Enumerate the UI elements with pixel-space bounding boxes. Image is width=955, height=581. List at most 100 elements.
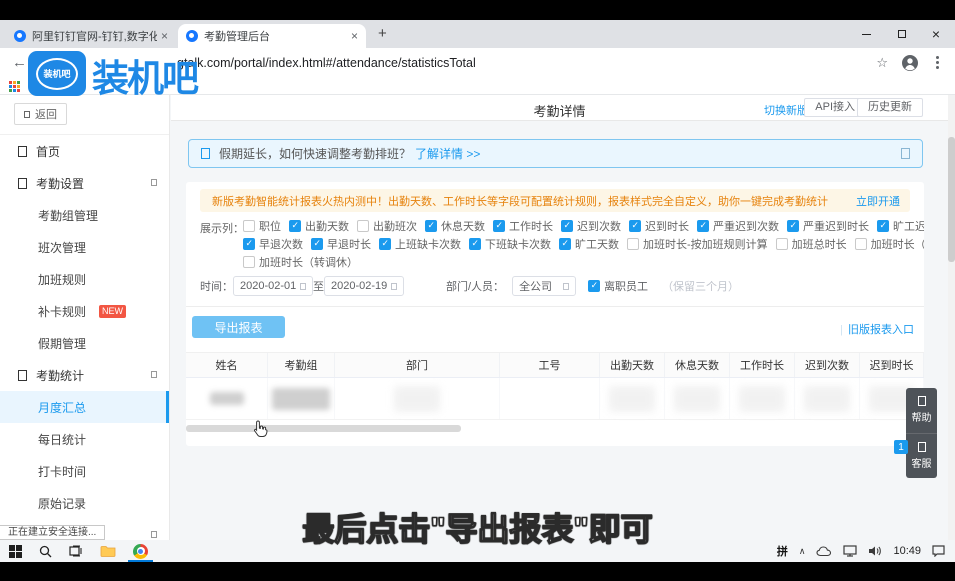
column-checkbox[interactable]: 严重迟到次数 — [697, 218, 779, 234]
sidebar-item-attendance-group[interactable]: 考勤组管理 — [0, 199, 169, 231]
collapse-icon[interactable] — [151, 179, 157, 186]
horizontal-scrollbar[interactable] — [186, 425, 461, 432]
tab-close-icon[interactable]: × — [351, 29, 358, 43]
megaphone-icon — [201, 148, 210, 159]
tab-close-icon[interactable]: × — [161, 29, 168, 43]
column-checkbox[interactable]: 早退时长 — [311, 236, 371, 252]
promo-open-link[interactable]: 立即开通 — [856, 193, 900, 209]
checkbox-icon — [311, 238, 323, 250]
column-checkbox[interactable]: 下班缺卡次数 — [469, 236, 551, 252]
table-header-cell: 迟到次数 — [795, 353, 860, 377]
column-checkbox[interactable]: 加班总时长 — [776, 236, 847, 252]
bookmark-grid-icon[interactable] — [9, 81, 20, 92]
checkbox-label: 早退次数 — [259, 236, 303, 252]
browser-menu-icon[interactable] — [936, 61, 939, 64]
profile-avatar[interactable] — [901, 54, 919, 77]
old-report-entry-link[interactable]: |旧版报表入口 — [840, 321, 914, 337]
page-title: 考勤详情 — [533, 101, 585, 120]
column-checkbox[interactable]: 旷工天数 — [559, 236, 619, 252]
back-icon — [24, 111, 30, 118]
column-checkbox[interactable]: 严重迟到时长 — [787, 218, 869, 234]
window-restore-button[interactable] — [885, 20, 919, 48]
resigned-hint: （保留三个月） — [662, 278, 739, 294]
sidebar-item-monthly-summary[interactable]: 月度汇总 — [0, 391, 169, 423]
sidebar-item-attendance-stats[interactable]: 考勤统计 — [0, 359, 169, 391]
column-checkbox[interactable]: 休息天数 — [425, 218, 485, 234]
date-from-input[interactable]: 2020-02-01 — [233, 276, 313, 296]
back-button[interactable]: 返回 — [14, 103, 67, 125]
taskbar-search-button[interactable] — [39, 540, 52, 562]
column-checkbox[interactable]: 早退次数 — [243, 236, 303, 252]
tab-dingtalk-site[interactable]: 阿里钉钉官网-钉钉,数字化新工作 × — [6, 24, 176, 48]
main-content: 考勤详情 切换新版 API接入 历史更新 假期延长，如何快速调整考勤排班？ 了解… — [171, 95, 948, 540]
column-checkbox[interactable]: 加班时长-按加班规则计算 — [627, 236, 768, 252]
date-from-value: 2020-02-01 — [240, 280, 296, 292]
volume-icon[interactable] — [868, 545, 882, 557]
page-scrollbar[interactable] — [948, 95, 955, 540]
dingtalk-favicon — [186, 30, 198, 42]
column-checkbox[interactable]: 迟到时长 — [629, 218, 689, 234]
column-checkbox[interactable]: 上班缺卡次数 — [379, 236, 461, 252]
task-view-button[interactable] — [69, 540, 83, 562]
bookmark-star-icon[interactable]: ☆ — [876, 55, 888, 71]
sidebar-item-label: 考勤组管理 — [38, 207, 98, 224]
stats-icon — [18, 370, 27, 381]
file-explorer-button[interactable] — [100, 540, 116, 562]
checkbox-label: 下班缺卡次数 — [485, 236, 551, 252]
notification-icon[interactable] — [932, 545, 945, 557]
network-icon[interactable] — [843, 545, 857, 557]
column-checkbox[interactable]: 旷工迟到天数 — [877, 218, 924, 234]
tab-attendance-admin[interactable]: 考勤管理后台 × — [178, 24, 366, 48]
table-cell — [730, 378, 795, 419]
history-update-button[interactable]: 历史更新 — [857, 98, 923, 117]
window-close-button[interactable]: × — [919, 20, 953, 48]
date-to-input[interactable]: 2020-02-19 — [324, 276, 404, 296]
ime-indicator[interactable]: 拼 — [777, 543, 788, 559]
sidebar-item-reissue-card-rules[interactable]: 补卡规则 NEW — [0, 295, 169, 327]
checkbox-icon — [776, 238, 788, 250]
dept-select[interactable]: 全公司 — [512, 276, 576, 296]
window-minimize-button[interactable] — [849, 20, 883, 48]
resigned-checkbox[interactable]: 离职员工 — [588, 278, 648, 294]
column-checkbox[interactable]: 出勤天数 — [289, 218, 349, 234]
column-checkboxes: 职位 出勤天数 出勤班次 休息天数 工作时长 迟到次数 迟到时长 严重迟到次数 … — [243, 217, 924, 271]
sidebar-item-shift-management[interactable]: 班次管理 — [0, 231, 169, 263]
cloud-icon[interactable] — [816, 546, 832, 557]
collapse-icon[interactable] — [151, 531, 157, 538]
column-checkbox[interactable]: 职位 — [243, 218, 281, 234]
start-button[interactable] — [9, 540, 22, 562]
close-icon[interactable] — [901, 148, 910, 159]
column-checkbox[interactable]: 加班时长（转调休） — [243, 254, 358, 270]
blurred-value — [210, 392, 244, 405]
sidebar-item-punch-time[interactable]: 打卡时间 — [0, 455, 169, 487]
customer-service-button[interactable]: 客服 — [906, 433, 937, 479]
statistics-table: 姓名 考勤组 部门 工号 出勤天数 休息天数 工作时长 迟到次数 迟到时长 — [186, 352, 924, 420]
column-checkbox[interactable]: 工作时长 — [493, 218, 553, 234]
help-icon — [918, 396, 926, 406]
notice-detail-link[interactable]: 了解详情 >> — [415, 145, 480, 162]
back-icon[interactable]: ← — [12, 54, 27, 71]
column-checkbox[interactable]: 加班时长（转加班费） — [855, 236, 924, 252]
sidebar-item-daily-stats[interactable]: 每日统计 — [0, 423, 169, 455]
sidebar-item-attendance-settings[interactable]: 考勤设置 — [0, 167, 169, 199]
column-checkbox[interactable]: 迟到次数 — [561, 218, 621, 234]
sidebar-item-holiday-management[interactable]: 假期管理 — [0, 327, 169, 359]
blurred-value — [394, 386, 440, 412]
chrome-taskbar-button[interactable] — [133, 540, 148, 562]
checkbox-label: 旷工迟到天数 — [893, 218, 924, 234]
sidebar-item-home[interactable]: 首页 — [0, 135, 169, 167]
switch-new-version-link[interactable]: 切换新版 — [764, 102, 808, 118]
help-button[interactable]: 帮助 — [906, 388, 937, 433]
tray-expand-icon[interactable]: ∧ — [799, 546, 806, 557]
blurred-value — [739, 386, 785, 412]
new-tab-button[interactable]: + — [378, 25, 387, 42]
sidebar-item-overtime-rules[interactable]: 加班规则 — [0, 263, 169, 295]
column-checkbox[interactable]: 出勤班次 — [357, 218, 417, 234]
address-bar[interactable]: gtalk.com/portal/index.html#/attendance/… — [177, 56, 476, 70]
export-report-button[interactable]: 导出报表 — [192, 316, 285, 338]
sidebar-item-raw-records[interactable]: 原始记录 — [0, 487, 169, 519]
watermark-logo: 装机吧 — [28, 51, 86, 96]
collapse-icon[interactable] — [151, 371, 157, 378]
scrollbar-thumb[interactable] — [948, 137, 955, 262]
taskbar-clock[interactable]: 10:49 — [893, 545, 921, 557]
